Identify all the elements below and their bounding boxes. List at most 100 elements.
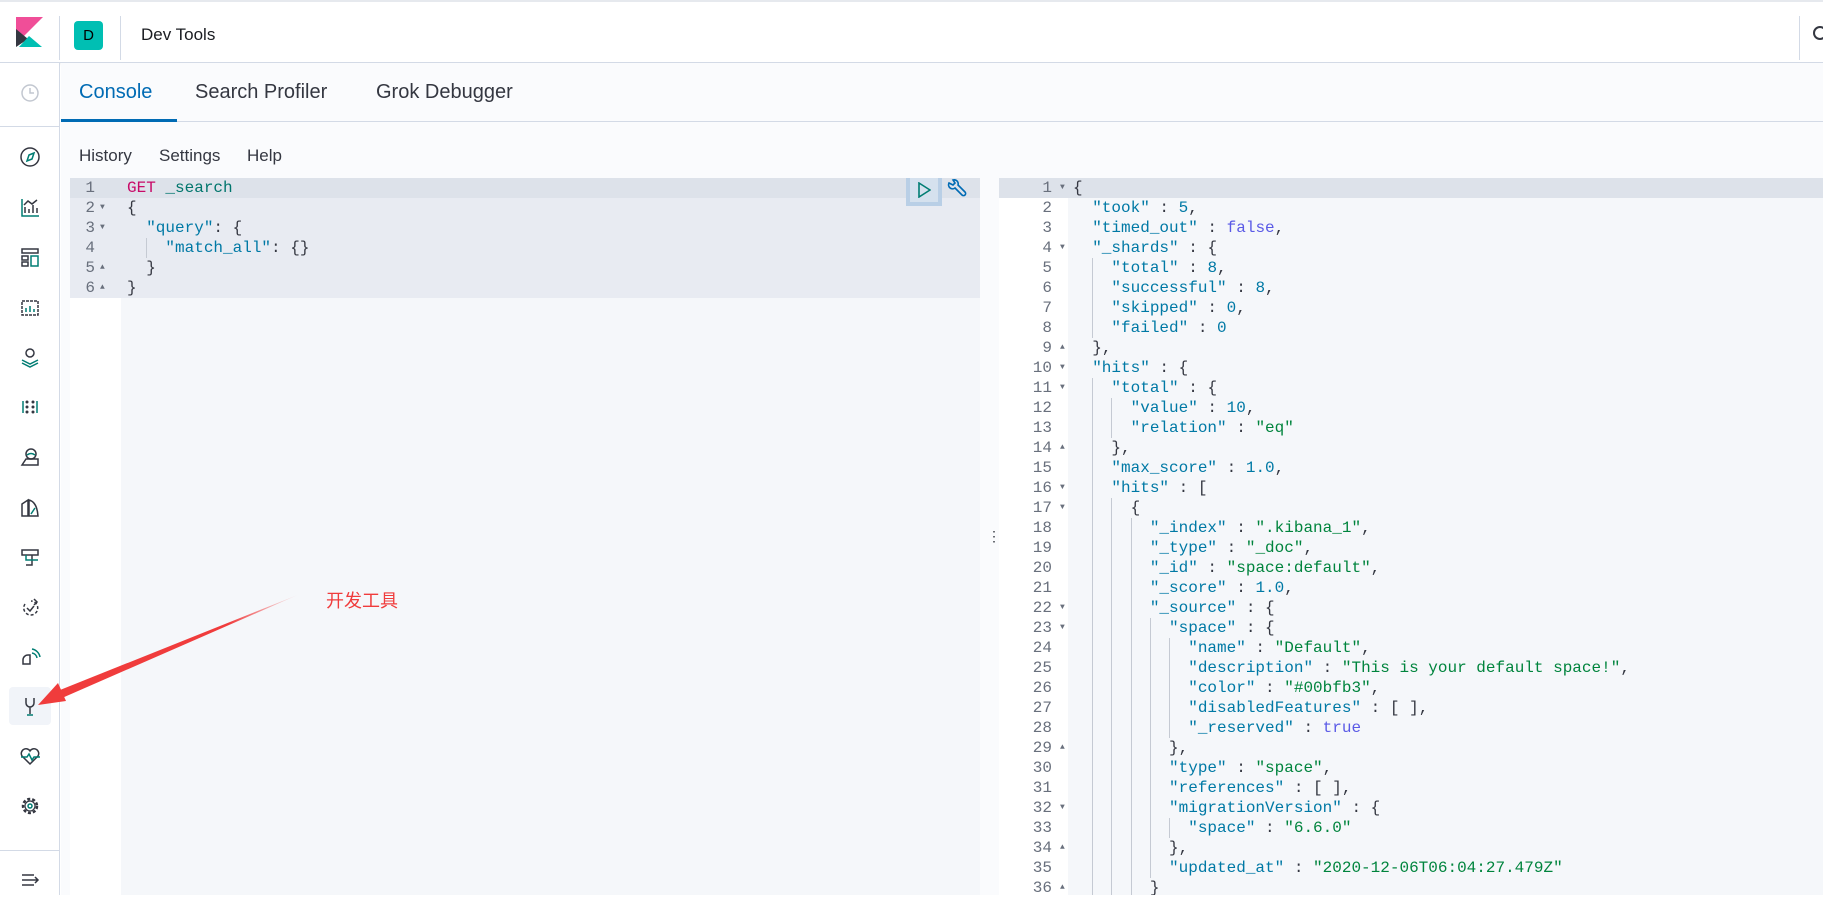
line-number: 31 [1032,779,1052,797]
fold-open-icon[interactable]: ▼ [1060,623,1065,632]
fold-open-icon[interactable]: ▼ [1060,503,1065,512]
fold-close-icon[interactable]: ▲ [1060,443,1065,452]
help-icon[interactable] [1813,26,1823,40]
token-punct [1073,639,1188,657]
token-string: "Default" [1274,639,1362,657]
token-punct: : [1149,199,1170,217]
token-punct: , [1121,439,1131,457]
token-punct [1198,259,1208,277]
fold-open-icon[interactable]: ▼ [1060,363,1065,372]
token-punct [1275,819,1285,837]
token-punct [1275,679,1285,697]
line-number: 35 [1032,859,1052,877]
token-number: 5 [1178,199,1189,217]
line-number: 9 [1042,339,1052,357]
line-number: 10 [1032,359,1052,377]
token-key: "_score" [1149,579,1227,597]
token-punct: , [1188,199,1198,217]
token-punct [1361,799,1371,817]
token-punct: : [1361,699,1381,717]
token-boolean: false [1226,219,1275,237]
token-punct [1236,539,1246,557]
token-punct: ] [1409,699,1419,717]
line-number: 32 [1032,799,1052,817]
token-key: "timed_out" [1092,219,1198,237]
fold-open-icon[interactable]: ▼ [1060,483,1065,492]
token-punct: } [1169,839,1179,857]
line-number: 34 [1032,839,1052,857]
fold-close-icon[interactable]: ▲ [1060,843,1065,852]
fold-close-icon[interactable]: ▲ [1060,343,1065,352]
token-punct: [ [1197,479,1208,497]
code-line: "color" : "#00bfb3", [1073,678,1380,698]
token-punct [1246,579,1256,597]
token-punct [1236,459,1246,477]
token-string: "eq" [1255,419,1294,437]
token-punct [1246,419,1256,437]
line-number: 24 [1032,639,1052,657]
token-punct: , [1322,759,1333,777]
token-punct [1073,719,1188,737]
fold-open-icon[interactable]: ▼ [1060,803,1065,812]
token-punct [1073,379,1111,397]
line-number: 30 [1032,759,1052,777]
token-punct: : [1341,799,1362,817]
fold-close-icon[interactable]: ▲ [1060,743,1065,752]
code-line: "description" : "This is your default sp… [1073,658,1630,678]
token-punct [1217,559,1227,577]
fold-open-icon[interactable]: ▼ [1060,243,1065,252]
token-string: "space:default" [1226,559,1371,577]
line-number: 28 [1032,719,1052,737]
token-punct [1073,519,1150,537]
token-key: "_index" [1149,519,1227,537]
wrench-icon[interactable] [946,179,968,199]
token-punct: : [1226,759,1246,777]
fold-open-icon[interactable]: ▼ [1060,603,1065,612]
token-number: 0 [1217,319,1227,337]
token-punct [1323,779,1333,797]
token-key: "skipped" [1111,299,1198,317]
token-punct: : [1255,679,1275,697]
token-key: "hits" [1092,359,1150,377]
token-key: "color" [1188,679,1256,697]
panel-resizer[interactable]: ⋮ [980,178,1001,895]
line-number: 8 [1042,319,1052,337]
code-line: "skipped" : 0, [1073,298,1245,318]
token-punct: : [1236,619,1256,637]
token-string: "This is your default space!" [1341,659,1621,677]
play-button[interactable] [906,178,942,206]
token-key: "migrationVersion" [1169,799,1342,817]
fold-close-icon[interactable]: ▲ [1060,883,1065,892]
line-number: 5 [1042,259,1052,277]
token-punct: } [1149,879,1160,895]
token-punct: : [1217,459,1237,477]
token-punct [1217,399,1227,417]
fold-open-icon[interactable]: ▼ [1060,383,1065,392]
token-key: "failed" [1111,319,1189,337]
token-punct: , [1361,519,1371,537]
token-punct: : [1236,599,1256,617]
token-punct: : [1149,359,1170,377]
code-line: }, [1073,838,1188,858]
token-number: 8 [1255,279,1266,297]
token-punct [1255,599,1265,617]
token-punct: : [1178,379,1198,397]
token-punct: , [1274,219,1285,237]
token-punct [1073,839,1169,857]
token-punct: : [1197,219,1218,237]
token-punct: : [1226,519,1246,537]
annotation-label: 开发工具 [326,591,398,611]
active-line-highlight [999,178,1823,198]
line-number: 23 [1032,619,1052,637]
code-line: { [1073,498,1141,518]
code-line: "type" : "space", [1073,758,1332,778]
code-line: } [1073,878,1160,895]
token-punct [1073,819,1188,837]
token-number: 0 [1226,299,1237,317]
token-key: "value" [1130,399,1198,417]
token-punct [1073,859,1169,877]
token-key: "_source" [1149,599,1237,617]
fold-open-icon[interactable]: ▼ [1060,183,1065,192]
token-punct: ] [1332,779,1342,797]
token-punct: } [1169,739,1179,757]
